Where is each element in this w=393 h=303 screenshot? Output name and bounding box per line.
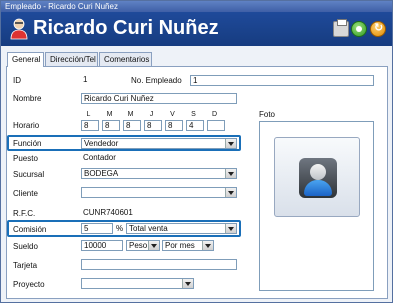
header-bar: Ricardo Curi Nuñez (1, 12, 392, 46)
comision-basis-select[interactable]: Total venta (126, 223, 237, 234)
id-value: 1 (83, 75, 88, 84)
puesto-value: Contador (83, 153, 116, 162)
period-value: Por mes (165, 241, 195, 250)
cliente-select[interactable] (81, 187, 237, 198)
print-icon[interactable] (333, 19, 349, 37)
avatar-icon (299, 158, 337, 198)
day-label: S (191, 111, 196, 118)
day-label: M (127, 111, 134, 118)
user-icon (10, 18, 28, 40)
hours-friday-input[interactable]: 8 (165, 120, 183, 131)
tab-general[interactable]: General (7, 52, 44, 67)
employee-window: Empleado - Ricardo Curi Nuñez Ricardo Cu… (0, 0, 393, 303)
avatar-head (310, 164, 326, 180)
chevron-down-icon[interactable] (225, 169, 236, 178)
no-empleado-input[interactable]: 1 (190, 75, 374, 86)
sueldo-label: Sueldo (13, 242, 38, 251)
cliente-label: Cliente (13, 189, 38, 198)
nombre-label: Nombre (13, 94, 42, 103)
chevron-down-icon[interactable] (182, 279, 193, 288)
sucursal-select[interactable]: BODEGA (81, 168, 237, 179)
proyecto-select[interactable] (81, 278, 194, 289)
chevron-down-icon[interactable] (148, 241, 159, 250)
nombre-input[interactable]: Ricardo Curi Nuñez (81, 93, 237, 104)
comision-label: Comisión (13, 225, 47, 234)
hours-sunday-input[interactable] (207, 120, 225, 131)
chevron-down-icon[interactable] (202, 241, 213, 250)
period-select[interactable]: Por mes (162, 240, 214, 251)
hours-wednesday-input[interactable]: 8 (123, 120, 141, 131)
header-title: Ricardo Curi Nuñez (33, 17, 219, 39)
day-label: L (86, 111, 91, 118)
day-label: V (170, 111, 175, 118)
photo-button[interactable] (274, 137, 360, 217)
funcion-value: Vendedor (84, 139, 119, 148)
tab-comentarios[interactable]: Comentarios (99, 52, 152, 66)
photo-frame (259, 121, 374, 291)
save-icon[interactable] (351, 21, 367, 37)
puesto-label: Puesto (13, 154, 38, 163)
tab-direccion-tel[interactable]: Dirección/Tel (45, 52, 98, 66)
currency-value: Peso (129, 241, 148, 250)
hours-saturday-input[interactable]: 4 (186, 120, 204, 131)
day-label: M (106, 111, 113, 118)
rfc-label: R.F.C. (13, 209, 36, 218)
avatar-body (304, 180, 332, 196)
horario-label: Horario (13, 121, 40, 130)
funcion-label: Función (13, 139, 42, 148)
comision-input[interactable]: 5 (81, 223, 113, 234)
chevron-down-icon[interactable] (225, 188, 236, 197)
window-title: Empleado - Ricardo Curi Nuñez (1, 1, 392, 12)
hours-thursday-input[interactable]: 8 (144, 120, 162, 131)
chevron-down-icon[interactable] (225, 139, 236, 148)
no-empleado-label: No. Empleado (131, 76, 182, 85)
currency-select[interactable]: Peso (126, 240, 160, 251)
percent-label: % (116, 224, 124, 233)
proyecto-label: Proyecto (13, 280, 45, 289)
funcion-select[interactable]: Vendedor (81, 138, 237, 149)
foto-label: Foto (259, 110, 276, 119)
hours-tuesday-input[interactable]: 8 (102, 120, 120, 131)
day-label: J (149, 111, 154, 118)
day-label: D (211, 111, 218, 118)
hours-monday-input[interactable]: 8 (81, 120, 99, 131)
sucursal-value: BODEGA (84, 169, 119, 178)
comision-basis-value: Total venta (129, 224, 168, 233)
rfc-value: CUNR740601 (83, 208, 133, 217)
tarjeta-input[interactable] (81, 259, 237, 270)
id-label: ID (13, 76, 21, 85)
tarjeta-label: Tarjeta (13, 261, 38, 270)
sucursal-label: Sucursal (13, 170, 45, 179)
refresh-icon[interactable] (370, 21, 386, 37)
chevron-down-icon[interactable] (225, 224, 236, 233)
sueldo-input[interactable]: 10000 (81, 240, 123, 251)
